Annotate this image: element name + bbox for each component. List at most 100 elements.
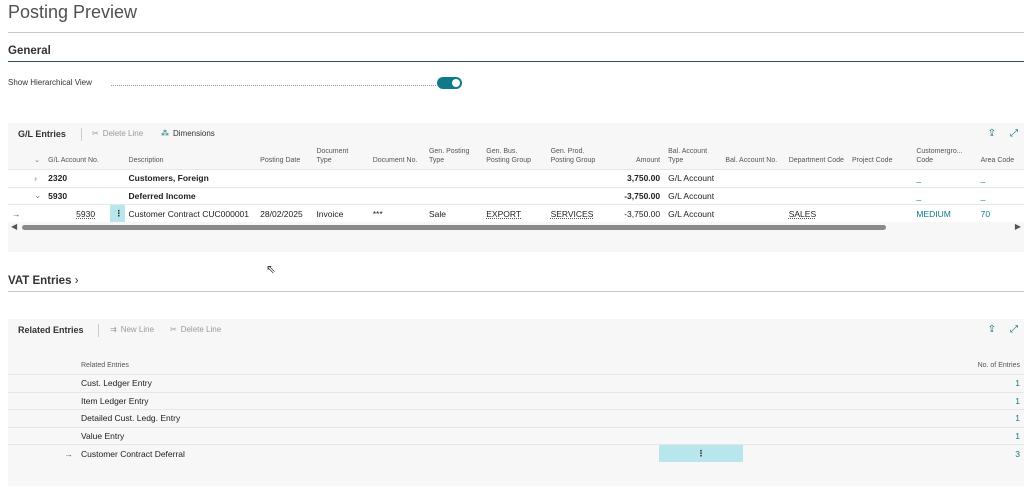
gen-bus-group [482, 169, 547, 187]
col-header[interactable]: Gen. Posting Type [425, 145, 482, 170]
row-menu-icon[interactable]: ⋮ [659, 444, 743, 462]
project-code [848, 169, 913, 187]
current-row-arrow-icon: → [8, 444, 77, 462]
document-type [312, 186, 369, 205]
department-code [784, 186, 848, 205]
gen-bus-group [482, 186, 547, 205]
expand-icon[interactable]: ⤢ [1010, 324, 1018, 335]
related-entries-toolbar: Related Entries ⇉ New Line ✂ Delete Line ⇪… [8, 319, 1024, 341]
gen-posting-type [424, 169, 483, 187]
scroll-right-icon[interactable]: ▶ [1015, 222, 1021, 231]
table-row[interactable]: → Customer Contract Deferral ⋮ 3 [8, 444, 1024, 462]
gl-entries-table: ⌄ G/L Account No. Description Posting Da… [8, 145, 1024, 222]
entry-count[interactable]: 1 [743, 409, 1024, 427]
account-no[interactable]: 2320 [44, 169, 125, 187]
table-row[interactable]: Detailed Cust. Ledg. Entry 1 [8, 409, 1024, 427]
entry-count[interactable]: 3 [743, 444, 1024, 462]
department-code [784, 169, 848, 187]
delete-line-label: Delete Line [180, 325, 222, 334]
account-no[interactable]: 5930 [44, 186, 125, 205]
leader-dots [111, 85, 436, 86]
row-marker [8, 186, 31, 205]
document-no [368, 186, 425, 205]
amount: 3,750.00 [608, 169, 665, 187]
delete-line-button[interactable]: ✂ Delete Line [170, 325, 221, 334]
hierarchical-view-toggle[interactable] [437, 77, 462, 89]
row-spacer [30, 204, 45, 222]
current-row-arrow-icon: → [8, 204, 31, 222]
dimensions-label: Dimensions [173, 129, 215, 138]
col-header[interactable]: Description [125, 145, 257, 170]
gl-entries-title[interactable]: G/L Entries [18, 129, 66, 139]
col-header[interactable]: Gen. Bus. Posting Group [482, 145, 546, 170]
share-icon[interactable]: ⇪ [988, 324, 996, 335]
row-marker [8, 391, 77, 410]
posting-date: 28/02/2025 [256, 204, 313, 222]
row-spacer [659, 391, 743, 410]
area-code[interactable]: _ [976, 169, 1024, 187]
entry-count[interactable]: 1 [743, 374, 1024, 392]
delete-line-label: Delete Line [102, 129, 144, 138]
new-line-button[interactable]: ⇉ New Line [110, 325, 154, 334]
row-marker [8, 409, 77, 427]
header-spacer [8, 359, 77, 375]
expand-icon[interactable]: ⤢ [1010, 128, 1018, 139]
col-header[interactable]: Bal. Account No. [721, 145, 784, 170]
related-entries-title[interactable]: Related Entries [18, 325, 84, 335]
row-marker [8, 374, 77, 392]
table-row[interactable]: ⌄ 5930 Deferred Income -3,750.00 G/L Acc… [8, 186, 1024, 205]
entry-count[interactable]: 1 [743, 426, 1024, 445]
general-section-title[interactable]: General [8, 45, 51, 57]
scrollbar-thumb[interactable] [22, 225, 886, 230]
customergroup-code[interactable]: _ [912, 186, 977, 205]
horizontal-scrollbar[interactable]: ◀ ▶ [8, 222, 1024, 235]
col-header[interactable]: Project Code [848, 145, 912, 170]
col-header[interactable]: G/L Account No. [44, 145, 124, 170]
col-header[interactable]: No. of Entries [743, 359, 1024, 375]
description: Deferred Income [124, 186, 257, 205]
col-header[interactable]: Gen. Prod. Posting Group [547, 145, 609, 170]
col-header[interactable]: Related Entries [77, 359, 659, 375]
col-header[interactable]: Document No. [369, 145, 425, 170]
gen-bus-group[interactable]: EXPORT [482, 204, 547, 222]
table-row[interactable]: → 5930 ⋮ Customer Contract CUC000001 28/… [8, 204, 1024, 222]
customergroup-code[interactable]: MEDIUM [912, 204, 977, 222]
delete-line-icon: ✂ [92, 129, 99, 138]
project-code [848, 204, 913, 222]
bal-account-no [721, 169, 785, 187]
scroll-left-icon[interactable]: ◀ [11, 222, 17, 231]
customergroup-code[interactable]: _ [912, 169, 977, 187]
expand-icon[interactable]: › [30, 169, 45, 187]
collapse-icon[interactable]: ⌄ [30, 186, 45, 205]
table-row[interactable]: Value Entry 1 [8, 426, 1024, 445]
new-line-icon: ⇉ [110, 325, 117, 334]
dimensions-button[interactable]: ⁂ Dimensions [161, 129, 215, 138]
delete-line-button[interactable]: ✂ Delete Line [92, 129, 143, 138]
entry-count[interactable]: 1 [743, 391, 1024, 410]
gen-prod-group[interactable]: SERVICES [546, 204, 609, 222]
share-icon[interactable]: ⇪ [988, 128, 996, 139]
department-code[interactable]: SALES [784, 204, 848, 222]
col-header[interactable]: Area Code [977, 145, 1024, 170]
collapse-all-icon[interactable]: ⌄ [30, 145, 44, 170]
account-no[interactable]: 5930 [44, 204, 111, 222]
col-header[interactable]: Customergro... Code [912, 145, 976, 170]
table-row[interactable]: Cust. Ledger Entry 1 [8, 374, 1024, 392]
hierarchical-view-label: Show Hierarchical View [8, 78, 92, 87]
col-header[interactable]: Bal. Account Type [664, 145, 721, 170]
new-line-label: New Line [120, 325, 155, 334]
area-code[interactable]: 70 [976, 204, 1024, 222]
table-row[interactable]: Item Ledger Entry 1 [8, 391, 1024, 410]
col-header[interactable]: Posting Date [256, 145, 312, 170]
area-code[interactable]: _ [976, 186, 1024, 205]
col-header[interactable]: Amount [609, 145, 664, 170]
col-header[interactable]: Department Code [785, 145, 848, 170]
bal-account-no [721, 186, 785, 205]
row-marker [8, 169, 31, 187]
col-header[interactable]: Document Type [312, 145, 368, 170]
row-menu-icon[interactable]: ⋮ [110, 204, 125, 222]
table-row[interactable]: › 2320 Customers, Foreign 3,750.00 G/L A… [8, 169, 1024, 187]
row-spacer [659, 409, 743, 427]
posting-date [256, 169, 313, 187]
vat-entries-title[interactable]: VAT Entries › [8, 275, 79, 287]
